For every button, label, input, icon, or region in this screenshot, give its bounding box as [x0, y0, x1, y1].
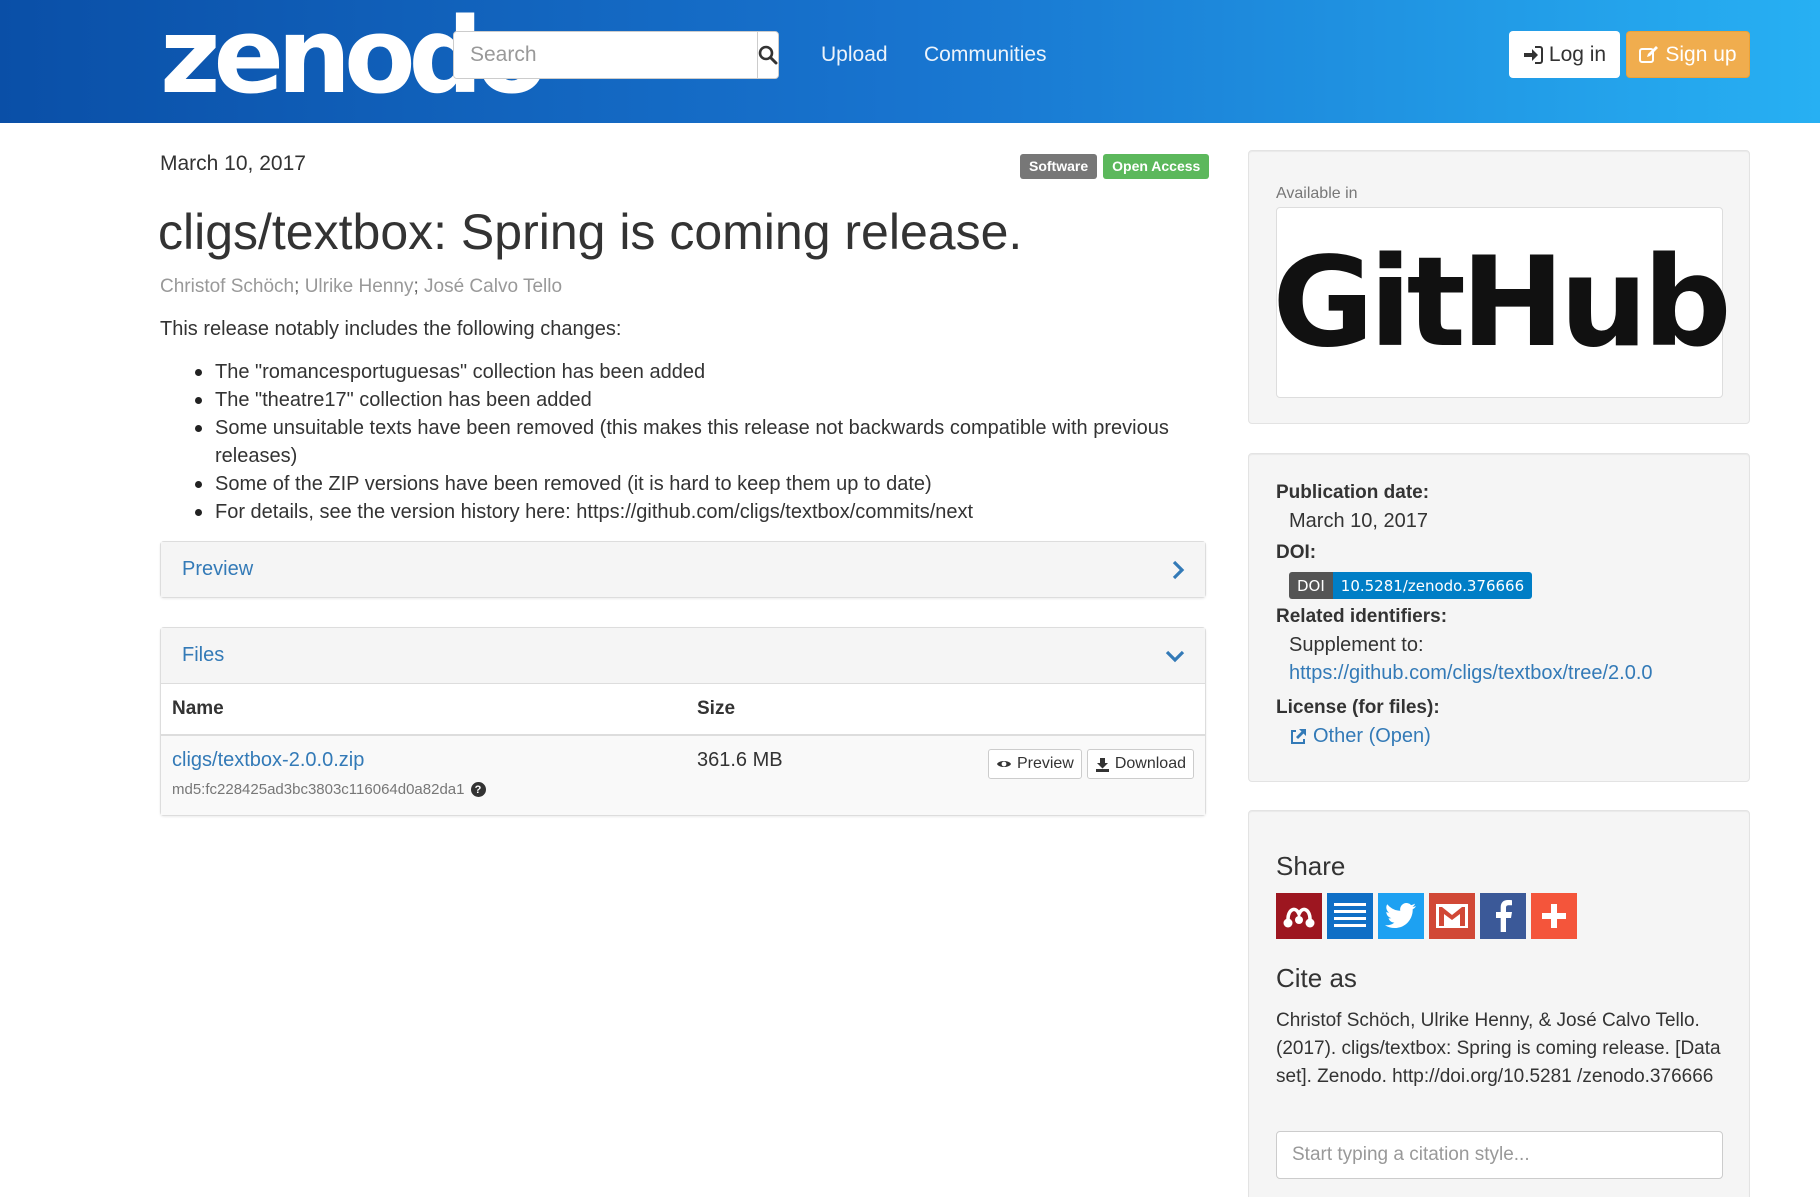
available-in-label: Available in: [1276, 185, 1358, 202]
file-checksum: md5:fc228425ad3bc3803c116064d0a82da1 ?: [172, 781, 675, 798]
file-download-button[interactable]: Download: [1086, 749, 1194, 779]
question-icon[interactable]: ?: [470, 782, 486, 797]
search-input[interactable]: [454, 32, 757, 78]
doi-label: DOI:: [1276, 542, 1317, 563]
file-download-label: Download: [1114, 755, 1186, 772]
citation-style-input[interactable]: [1276, 1131, 1723, 1179]
resource-type-badge[interactable]: Software: [1020, 154, 1098, 179]
list-item: For details, see the version history her…: [195, 498, 1175, 526]
file-size: 361.6 MB: [686, 735, 853, 815]
citation-text: Christof Schöch, Ulrike Henny, & José Ca…: [1276, 1010, 1721, 1087]
github-link[interactable]: GitHub: [1272, 207, 1732, 398]
list-item: Some of the ZIP versions have been remov…: [195, 470, 1175, 498]
doi-badge-prefix: DOI: [1289, 572, 1333, 599]
share-mendeley-button[interactable]: [1276, 893, 1322, 939]
facebook-icon: [1496, 900, 1512, 932]
mendeley-icon: [1283, 907, 1315, 928]
share-facebook-button[interactable]: [1480, 893, 1526, 939]
metadata-panel: Publication date: March 10, 2017 DOI: DO…: [1248, 453, 1750, 782]
list-item: Some unsuitable texts have been removed …: [195, 414, 1175, 470]
column-header-size: Size: [686, 684, 853, 736]
share-heading: Share: [1276, 851, 1346, 881]
preview-panel-toggle[interactable]: Preview: [161, 542, 1205, 597]
external-link-icon: [1291, 728, 1306, 744]
list-item: The "romancesportuguesas" collection has…: [195, 358, 1175, 386]
files-table: Name Size cligs/textbox-2.0.0.zip md5:fc…: [161, 684, 1205, 815]
chevron-down-icon: [1165, 650, 1185, 662]
list-item: The "theatre17" collection has been adde…: [195, 386, 1175, 414]
login-label: Log in: [1548, 42, 1607, 66]
publication-date-label: Publication date:: [1276, 482, 1430, 503]
license-label: License (for files):: [1276, 697, 1440, 718]
publication-date-value: March 10, 2017: [1289, 510, 1428, 532]
license-value: Other (Open): [1313, 725, 1431, 747]
top-navbar: zenodo Upload Communities Log in Sign up: [0, 0, 1820, 123]
record-date: March 10, 2017: [160, 152, 306, 175]
table-row: cligs/textbox-2.0.0.zip md5:fc228425ad3b…: [161, 735, 1205, 815]
doi-badge-value: 10.5281/zenodo.376666: [1332, 572, 1533, 599]
files-panel-title: Files: [182, 644, 225, 666]
nav-upload-link[interactable]: Upload: [821, 43, 888, 67]
search-form: [453, 31, 779, 79]
access-badge[interactable]: Open Access: [1103, 154, 1210, 179]
supplement-label: Supplement to:: [1289, 634, 1424, 656]
md5-text: md5:fc228425ad3bc3803c116064d0a82da1: [172, 781, 465, 798]
column-header-name: Name: [161, 684, 686, 736]
share-more-button[interactable]: [1531, 893, 1577, 939]
cite-heading: Cite as: [1276, 963, 1357, 993]
file-preview-button[interactable]: Preview: [987, 749, 1082, 779]
page-title: cligs/textbox: Spring is coming release.: [158, 204, 1023, 260]
files-panel-toggle[interactable]: Files: [161, 628, 1205, 684]
login-button[interactable]: Log in: [1509, 31, 1620, 78]
author-name: José Calvo Tello: [424, 276, 563, 297]
share-buttons: [1276, 893, 1577, 939]
license-link[interactable]: Other (Open): [1289, 725, 1431, 748]
author-list: Christof Schöch; Ulrike Henny; José Calv…: [160, 276, 563, 297]
author-name: Ulrike Henny: [304, 276, 414, 297]
chevron-right-icon: [1172, 560, 1185, 579]
citeulike-icon: [1334, 903, 1366, 927]
search-button[interactable]: [757, 32, 778, 78]
share-twitter-button[interactable]: [1378, 893, 1424, 939]
share-citeulike-button[interactable]: [1327, 893, 1373, 939]
supplement-link[interactable]: https://github.com/cligs/textbox/tree/2.…: [1289, 662, 1653, 685]
plus-icon: [1542, 904, 1566, 928]
files-panel: Files Name Size cligs/textbox-2.0.0.zip …: [160, 627, 1206, 816]
github-logo: GitHub: [1272, 230, 1731, 375]
download-icon: [1095, 757, 1109, 772]
share-gmail-button[interactable]: [1429, 893, 1475, 939]
nav-communities-link[interactable]: Communities: [924, 43, 1047, 67]
signup-label: Sign up: [1665, 42, 1737, 66]
search-icon: [758, 45, 778, 65]
available-in-panel: Available in GitHub: [1248, 150, 1750, 424]
sign-in-icon: [1523, 45, 1543, 64]
preview-panel-title: Preview: [182, 558, 254, 580]
doi-badge[interactable]: DOI 10.5281/zenodo.376666: [1289, 572, 1533, 599]
related-identifiers-label: Related identifiers:: [1276, 606, 1448, 627]
preview-panel: Preview: [160, 541, 1206, 598]
eye-icon: [996, 761, 1011, 767]
gmail-icon: [1436, 904, 1468, 928]
record-badges: Software Open Access: [1020, 154, 1210, 179]
edit-icon: [1639, 45, 1659, 63]
author-name: Christof Schöch: [160, 276, 295, 297]
share-panel: Share Cite as Christof Schöch, Ulrike He…: [1248, 810, 1750, 1197]
signup-button[interactable]: Sign up: [1626, 31, 1750, 78]
file-name-link[interactable]: cligs/textbox-2.0.0.zip: [172, 749, 364, 771]
file-preview-label: Preview: [1016, 755, 1074, 772]
changes-list: The "romancesportuguesas" collection has…: [195, 358, 1175, 526]
twitter-icon: [1385, 903, 1416, 929]
description-intro: This release notably includes the follow…: [160, 318, 622, 340]
